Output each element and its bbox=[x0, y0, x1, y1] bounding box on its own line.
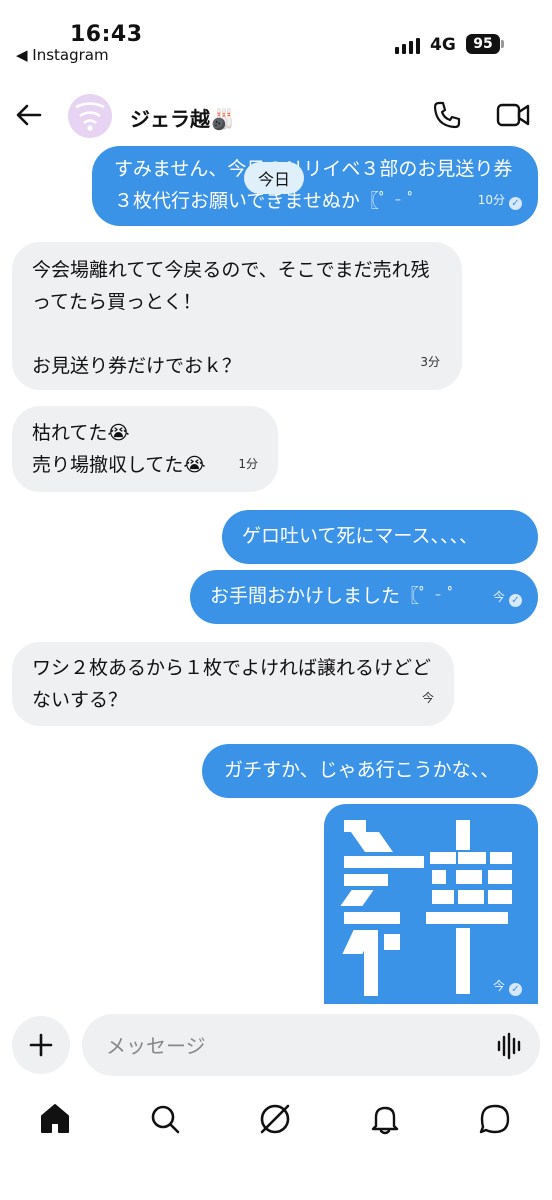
plus-icon bbox=[29, 1033, 53, 1057]
add-attachment-button[interactable] bbox=[12, 1016, 70, 1074]
back-to-instagram-link[interactable]: ◀ Instagram bbox=[16, 46, 109, 64]
battery-tip bbox=[501, 40, 504, 48]
seen-check-icon: ✓ bbox=[509, 983, 522, 996]
contact-avatar[interactable] bbox=[68, 94, 112, 138]
avatar-image bbox=[68, 94, 112, 138]
notifications-icon[interactable] bbox=[368, 1102, 402, 1136]
seen-check-icon: ✓ bbox=[509, 197, 522, 210]
date-separator: 今日 bbox=[244, 162, 304, 194]
seen-check-icon: ✓ bbox=[509, 594, 522, 607]
explore-icon[interactable] bbox=[258, 1102, 292, 1136]
message-bubble-outgoing[interactable]: ガチすか、じゃあ行こうかな、、 bbox=[202, 744, 538, 798]
message-bubble-incoming[interactable]: 枯れてた😭 売り場撤収してた😭 1分 bbox=[12, 406, 278, 492]
message-time: 今 ✓ bbox=[493, 581, 522, 613]
message-time: 今 bbox=[421, 691, 434, 705]
voice-message-icon[interactable] bbox=[496, 1032, 524, 1060]
message-time: 3分 bbox=[420, 355, 440, 369]
signal-icon bbox=[395, 36, 420, 54]
message-text: 今会場離れてて今戻るので、そこでまだ売れ残ってたら買っとく！ お見送り券だけでお… bbox=[32, 259, 430, 377]
back-arrow-icon[interactable] bbox=[14, 100, 44, 130]
message-bubble-incoming[interactable]: 今会場離れてて今戻るので、そこでまだ売れ残ってたら買っとく！ お見送り券だけでお… bbox=[12, 242, 462, 390]
message-text: ガチすか、じゃあ行こうかな、、 bbox=[224, 759, 500, 781]
message-text: ワシ２枚あるから１枚でよければ譲れるけどどないする？ bbox=[32, 657, 432, 711]
video-call-icon[interactable] bbox=[496, 100, 530, 130]
back-app-label: ◀ Instagram bbox=[16, 46, 109, 64]
battery-icon: 95 bbox=[466, 34, 500, 54]
image-message[interactable]: 今 ✓ bbox=[324, 804, 538, 1004]
message-time: 1分 bbox=[238, 457, 258, 471]
contact-name[interactable]: ジェラ越🎳 bbox=[130, 103, 235, 132]
phone-icon[interactable] bbox=[432, 100, 462, 130]
message-bubble-outgoing[interactable]: お手間おかけしました〖ﾟ‐ﾟ 今 ✓ bbox=[190, 570, 538, 624]
message-time: 今 ✓ bbox=[493, 977, 522, 996]
home-icon[interactable] bbox=[38, 1102, 72, 1136]
message-bubble-outgoing[interactable]: すみません、今日のリリイベ３部のお見送り券３枚代行お願いできませぬか〖ﾟ‐ﾟ 1… bbox=[92, 146, 538, 226]
status-time: 16:43 bbox=[70, 22, 143, 47]
message-bubble-outgoing[interactable]: ゲロ吐いて死にマース、、、、 bbox=[222, 510, 538, 564]
message-time: 10分 ✓ bbox=[478, 184, 522, 216]
network-type: 4G bbox=[430, 35, 456, 55]
message-text: すみません、今日のリリイベ３部のお見送り券３枚代行お願いできませぬか〖ﾟ‐ﾟ bbox=[114, 158, 513, 212]
search-icon[interactable] bbox=[148, 1102, 182, 1136]
message-bubble-incoming[interactable]: ワシ２枚あるから１枚でよければ譲れるけどどないする？ 今 bbox=[12, 642, 454, 726]
messages-icon[interactable] bbox=[478, 1102, 512, 1136]
message-text: お手間おかけしました〖ﾟ‐ﾟ bbox=[210, 585, 458, 607]
message-text: 枯れてた😭 売り場撤収してた😭 bbox=[32, 422, 206, 476]
message-input[interactable] bbox=[104, 1014, 488, 1078]
message-text: ゲロ吐いて死にマース、、、、 bbox=[242, 525, 478, 547]
message-composer bbox=[82, 1014, 540, 1078]
